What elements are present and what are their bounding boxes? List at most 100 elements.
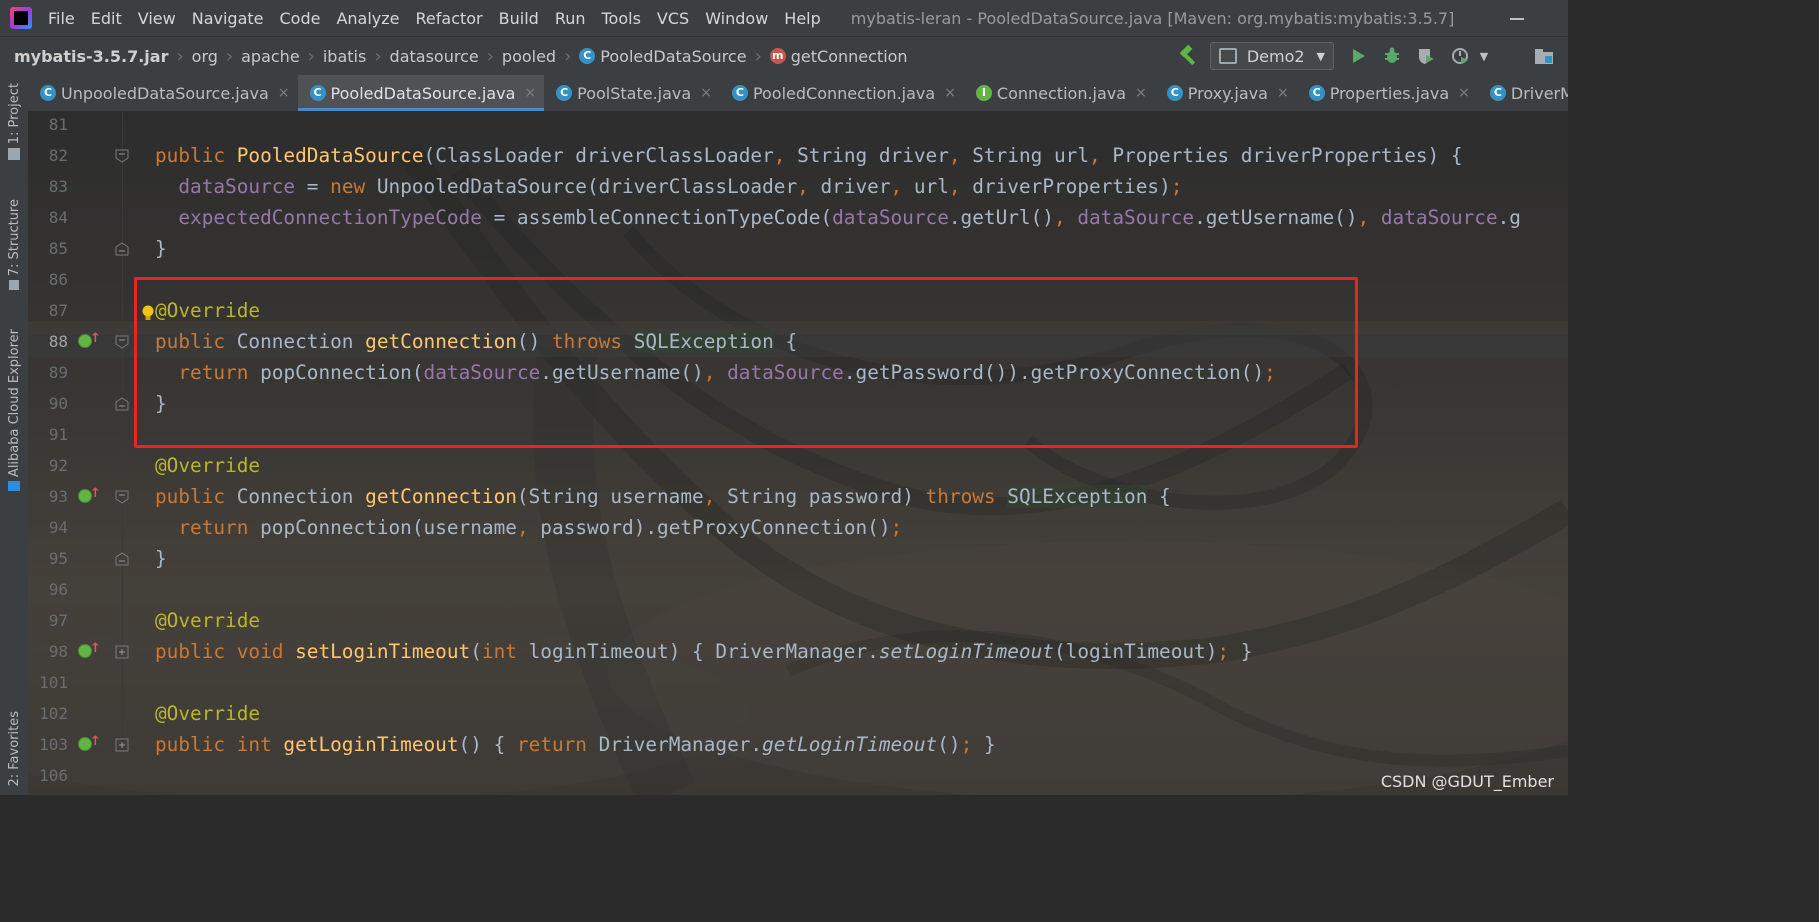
code-line[interactable]: 98 ↑ public void setLoginTimeout(int login… xyxy=(28,636,1568,667)
code-line[interactable]: 92 @Override xyxy=(28,450,1568,481)
code-token: setLoginTimeout xyxy=(878,640,1054,663)
fold-collapse-icon[interactable] xyxy=(115,241,129,256)
breadcrumb-item[interactable]: mybatis-3.5.7.jar xyxy=(0,47,168,66)
tab-proxy[interactable]: C Proxy.java × xyxy=(1155,75,1297,111)
code-token: dataSource xyxy=(1077,206,1195,229)
line-number: 94 xyxy=(48,518,68,537)
menu-vcs[interactable]: VCS xyxy=(649,9,697,28)
fold-collapse-icon[interactable] xyxy=(115,551,129,566)
code-line[interactable]: 101 xyxy=(28,667,1568,698)
run-configuration-select[interactable]: Demo2 ▼ xyxy=(1209,42,1334,70)
menu-edit[interactable]: Edit xyxy=(83,9,130,28)
fold-collapse-icon[interactable] xyxy=(115,148,129,163)
tab-pooledconnection[interactable]: C PooledConnection.java × xyxy=(720,75,964,111)
run-icon[interactable] xyxy=(1348,46,1368,66)
code-line[interactable]: 97 @Override xyxy=(28,605,1568,636)
coverage-icon[interactable] xyxy=(1416,46,1436,66)
code-text: } xyxy=(155,543,167,574)
code-line[interactable]: 94 return popConnection(username, passwo… xyxy=(28,512,1568,543)
implements-method-icon[interactable]: ↑ xyxy=(78,734,101,751)
profiler-icon[interactable] xyxy=(1450,46,1470,66)
menu-file[interactable]: File xyxy=(40,9,83,28)
code-token: ( xyxy=(470,640,482,663)
close-icon[interactable]: × xyxy=(1458,85,1470,101)
code-token: () { xyxy=(458,733,517,756)
highlight-box xyxy=(134,277,1358,448)
code-token: .getUrl() xyxy=(948,206,1054,229)
menu-refactor[interactable]: Refactor xyxy=(408,9,491,28)
menu-tools[interactable]: Tools xyxy=(594,9,649,28)
chevron-down-icon[interactable]: ▼ xyxy=(1474,46,1494,66)
code-editor[interactable]: 81 82 public PooledDataSource(ClassLoader … xyxy=(28,111,1568,795)
tab-pooleddatasource[interactable]: C PooledDataSource.java × xyxy=(297,75,545,111)
build-hammer-icon[interactable] xyxy=(1178,46,1198,66)
line-number: 87 xyxy=(48,301,68,320)
menu-view[interactable]: View xyxy=(130,9,184,28)
fold-collapse-icon[interactable] xyxy=(115,489,129,504)
code-line[interactable]: 93 ↑ public Connection getConnection(Strin… xyxy=(28,481,1568,512)
tab-poolstate[interactable]: C PoolState.java × xyxy=(544,75,720,111)
menu-run[interactable]: Run xyxy=(547,9,594,28)
close-icon[interactable]: × xyxy=(278,85,290,101)
fold-collapse-icon[interactable] xyxy=(115,396,129,411)
close-icon[interactable]: × xyxy=(1277,85,1289,101)
breadcrumb-item[interactable]: datasource xyxy=(390,47,479,66)
tab-drivermanager[interactable]: CDriverManager.java× xyxy=(1478,75,1568,111)
close-icon[interactable]: × xyxy=(700,85,712,101)
close-icon[interactable]: × xyxy=(944,85,956,101)
class-icon: C xyxy=(731,85,748,101)
code-line[interactable]: 84 expectedConnectionTypeCode = assemble… xyxy=(28,202,1568,233)
menu-analyze[interactable]: Analyze xyxy=(328,9,407,28)
minimize-icon[interactable] xyxy=(1510,18,1524,20)
menu-window[interactable]: Window xyxy=(697,9,776,28)
implements-method-icon[interactable]: ↑ xyxy=(78,486,101,503)
code-token: Connection xyxy=(236,485,366,508)
fold-collapse-icon[interactable] xyxy=(115,334,129,349)
code-token: .getUsername() xyxy=(1194,206,1358,229)
breadcrumb-item[interactable]: pooled xyxy=(502,47,556,66)
code-line[interactable]: 83 dataSource = new UnpooledDataSource(d… xyxy=(28,171,1568,202)
code-token: driverProperties) xyxy=(972,175,1171,198)
project-structure-icon[interactable] xyxy=(1534,46,1554,66)
code-line[interactable]: 81 xyxy=(28,111,1568,140)
project-tool-button[interactable]: 1: Project xyxy=(2,83,26,161)
close-icon[interactable]: × xyxy=(1135,85,1147,101)
tab-properties[interactable]: C Properties.java × xyxy=(1297,75,1478,111)
menu-navigate[interactable]: Navigate xyxy=(184,9,272,28)
breadcrumb-item[interactable]: apache xyxy=(241,47,300,66)
class-icon: C xyxy=(556,85,573,101)
menu-code[interactable]: Code xyxy=(272,9,329,28)
implements-method-icon[interactable]: ↑ xyxy=(78,641,101,658)
code-text: return popConnection(username, password)… xyxy=(155,512,902,543)
code-line[interactable]: 102 @Override xyxy=(28,698,1568,729)
structure-tool-button[interactable]: 7: Structure xyxy=(2,199,26,291)
breadcrumb-item[interactable]: C PooledDataSource xyxy=(579,47,747,66)
code-line[interactable]: 106 xyxy=(28,760,1568,791)
code-token: new xyxy=(330,175,377,198)
menu-build[interactable]: Build xyxy=(491,9,547,28)
alibaba-cloud-tool-button[interactable]: Alibaba Cloud Explorer xyxy=(2,329,26,492)
code-text: public int getLoginTimeout() { return Dr… xyxy=(155,729,996,760)
breadcrumb-label: ibatis xyxy=(322,46,367,66)
implements-method-icon[interactable]: ↑ xyxy=(78,331,101,348)
fold-expand-icon[interactable] xyxy=(115,737,129,752)
favorites-tool-button[interactable]: 2: Favorites xyxy=(2,711,26,787)
tab-connection[interactable]: I Connection.java × xyxy=(964,75,1155,111)
code-line[interactable]: 103 ↑ public int getLoginTimeout() { retur… xyxy=(28,729,1568,760)
tab-unpooleddatasource[interactable]: C UnpooledDataSource.java × xyxy=(28,75,298,111)
debug-icon[interactable] xyxy=(1382,46,1402,66)
code-line[interactable]: 96 xyxy=(28,574,1568,605)
code-token: @Override xyxy=(155,454,261,477)
code-line[interactable]: 85} xyxy=(28,233,1568,264)
breadcrumb-item[interactable]: m getConnection xyxy=(769,47,908,66)
fold-expand-icon[interactable] xyxy=(115,644,129,659)
code-line[interactable]: 95} xyxy=(28,543,1568,574)
code-token: , xyxy=(516,516,541,539)
breadcrumb-item[interactable]: ibatis xyxy=(323,47,366,66)
breadcrumb-item[interactable]: org xyxy=(192,47,218,66)
code-line[interactable]: 82 public PooledDataSource(ClassLoader dr… xyxy=(28,140,1568,171)
menu-help[interactable]: Help xyxy=(776,9,828,28)
code-text: public Connection getConnection(String u… xyxy=(155,481,1171,512)
close-icon[interactable]: × xyxy=(524,85,536,101)
